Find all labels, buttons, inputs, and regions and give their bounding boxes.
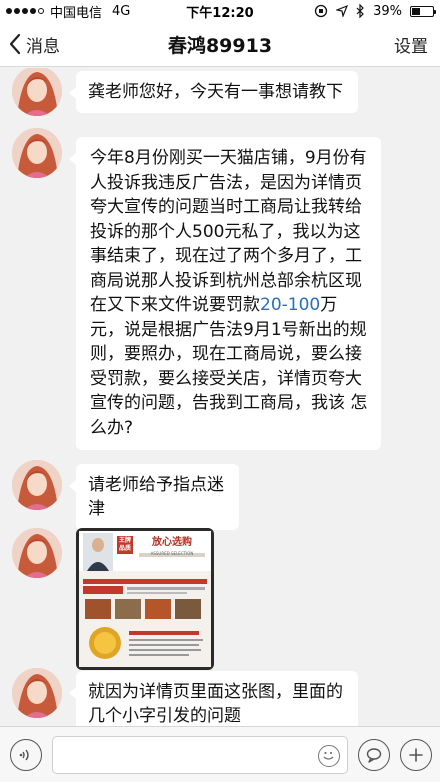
message-bubble[interactable]: 请老师给予指点迷津 [69,464,239,530]
message-bubble[interactable]: 今年8月份刚买一天猫店铺，9月份有人投诉我违反广告法，是因为详情页夸大宣传的问题… [69,137,381,450]
orientation-lock-icon [314,4,328,18]
emoji-icon [323,751,334,760]
carrier-name: 中国电信 [50,5,103,21]
quick-reply-button[interactable] [358,739,390,771]
message-text: 今年8月份刚买一天猫店铺，9月份有人投诉我违反广告法，是因为详情页夸大宣传的问题… [90,148,367,315]
product-detail-image: 王牌 品质 放心选购 ASSURED SELECTION [79,531,211,667]
image-badge-top: 王牌 [118,537,131,544]
message-bubble[interactable]: 龚老师您好，今天有一事想请教下 [69,71,358,113]
image-subhead: ASSURED SELECTION [150,551,194,556]
message-text: 万元，说是根据广告法9月1号新出的规则，要照办，现在工商局说，要么接受罚款，要么… [90,295,368,438]
message-text: 龚老师您好，今天有一事想请教下 [88,82,343,102]
navigation-bar: 消息 春鸿89913 设置 [0,22,440,67]
voice-icon [19,749,29,761]
status-bar: 中国电信 4G 下午12:20 39% [0,0,440,22]
avatar[interactable] [12,668,62,718]
location-icon [336,5,349,17]
signal-strength-icon [6,8,44,14]
plus-icon [409,748,423,762]
battery-icon [410,5,436,17]
emoji-button[interactable] [318,745,340,767]
image-headline: 放心选购 [152,537,192,548]
bluetooth-icon [356,4,364,18]
settings-button[interactable]: 设置 [394,32,428,57]
add-attachment-button[interactable] [400,739,432,771]
image-badge: 王牌 品质 [117,537,133,553]
chat-title: 春鸿89913 [167,34,273,57]
image-badge-bottom: 品质 [118,545,131,552]
message-bubble[interactable]: 就因为详情页里面这张图，里面的几个小字引发的问题 [69,671,358,726]
avatar[interactable] [12,460,62,510]
message-text: 就因为详情页里面这张图，里面的几个小字引发的问题 [88,682,343,726]
speech-bubble-icon [366,748,382,763]
network-type: 4G [112,3,131,19]
chat-message-list[interactable]: 龚老师您好，今天有一事想请教下 今年8月份刚买一天猫店铺，9月份有人投诉我违反广… [0,68,440,726]
chevron-left-icon [9,33,21,55]
avatar[interactable] [12,68,62,116]
message-text: 请老师给予指点迷津 [88,475,224,519]
avatar[interactable] [12,128,62,178]
voice-toggle-button[interactable] [10,739,42,771]
message-input-bar [0,726,440,782]
image-message[interactable]: 王牌 品质 放心选购 ASSURED SELECTION [76,528,214,670]
back-label: 消息 [26,36,60,57]
message-input[interactable] [52,736,348,774]
battery-percent: 39% [373,3,402,19]
back-button[interactable]: 消息 [8,32,60,57]
highlighted-amount: 20-100 [260,295,321,315]
avatar[interactable] [12,528,62,578]
